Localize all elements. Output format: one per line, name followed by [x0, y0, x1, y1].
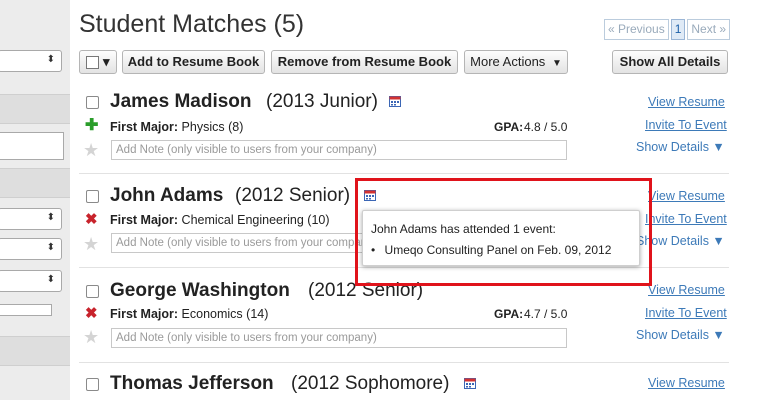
calendar-icon[interactable] [389, 95, 401, 107]
show-details-link[interactable]: Show Details ▼ [636, 328, 725, 342]
view-resume-link[interactable]: View Resume [648, 283, 725, 297]
view-resume-link[interactable]: View Resume [648, 189, 725, 203]
student-class-year: (2012 Senior) [235, 185, 351, 206]
left-sidebar: ⬍ ⬍ ⬍ ⬍ [0, 0, 70, 400]
note-input[interactable]: Add Note (only visible to users from you… [111, 328, 567, 348]
sidebar-text-input[interactable] [0, 132, 64, 160]
add-to-resume-book-button[interactable]: Add to Resume Book [122, 50, 265, 74]
view-resume-link[interactable]: View Resume [648, 95, 725, 109]
student-name[interactable]: James Madison [110, 91, 252, 113]
caret-down-icon: ▼ [551, 58, 562, 69]
first-major: First Major: Physics (8) [110, 120, 243, 134]
invite-to-event-link[interactable]: Invite To Event [645, 212, 727, 226]
student-checkbox[interactable] [86, 378, 99, 391]
sidebar-section-band [0, 168, 70, 198]
student-name[interactable]: Thomas Jefferson [110, 373, 274, 395]
pager-page-1[interactable]: 1 [670, 19, 686, 40]
major-value: Economics (14) [181, 307, 269, 321]
pager-previous[interactable]: « Previous [604, 19, 669, 40]
major-label: First Major: [110, 307, 179, 321]
x-icon[interactable]: ✖ [85, 306, 98, 322]
page-title: Student Matches (5) [79, 10, 305, 38]
note-input[interactable]: Add Note (only visible to users from you… [111, 140, 567, 160]
select-arrow-icon: ⬍ [46, 212, 55, 223]
show-details-link[interactable]: Show Details ▼ [636, 140, 725, 154]
student-checkbox[interactable] [86, 285, 99, 298]
first-major: First Major: Chemical Engineering (10) [110, 213, 330, 227]
major-label: First Major: [110, 120, 179, 134]
student-class-year: (2013 Junior) [266, 91, 378, 112]
student-name[interactable]: George Washington [110, 280, 290, 302]
student-checkbox[interactable] [86, 190, 99, 203]
view-resume-link[interactable]: View Resume [648, 376, 725, 390]
select-arrow-icon: ⬍ [46, 54, 55, 65]
gpa-label: GPA: [494, 307, 524, 321]
more-actions-label: More Actions [470, 54, 546, 69]
select-arrow-icon: ⬍ [46, 242, 55, 253]
pagination: « Previous 1 Next » [604, 19, 731, 40]
pager-next[interactable]: Next » [687, 19, 731, 40]
more-actions-dropdown[interactable]: More Actions ▼ [464, 50, 568, 74]
remove-from-resume-book-button[interactable]: Remove from Resume Book [271, 50, 458, 74]
select-all-checkbox[interactable] [86, 56, 100, 70]
major-label: First Major: [110, 213, 179, 227]
chevron-down-icon: ▾ [103, 54, 110, 69]
student-name[interactable]: John Adams [110, 185, 223, 207]
annotation-highlight-box [355, 178, 652, 286]
invite-to-event-link[interactable]: Invite To Event [645, 118, 727, 132]
star-icon[interactable]: ★ [83, 141, 99, 159]
calendar-icon[interactable] [464, 377, 476, 389]
plus-icon[interactable]: ✚ [85, 118, 98, 134]
student-checkbox[interactable] [86, 96, 99, 109]
gpa-value: 4.8 / 5.0 [524, 120, 568, 134]
select-all-dropdown[interactable]: ▾ [79, 50, 117, 74]
row-divider [79, 362, 729, 363]
star-icon[interactable]: ★ [83, 328, 99, 346]
sidebar-select-4[interactable]: ⬍ [0, 270, 62, 292]
sidebar-select-3[interactable]: ⬍ [0, 238, 62, 260]
show-all-details-button[interactable]: Show All Details [612, 50, 728, 74]
gpa-label: GPA: [494, 120, 524, 134]
student-class-year: (2012 Sophomore) [291, 373, 450, 394]
select-arrow-icon: ⬍ [46, 274, 55, 285]
major-value: Chemical Engineering (10) [181, 213, 330, 227]
x-icon[interactable]: ✖ [85, 212, 98, 228]
sidebar-select-2[interactable]: ⬍ [0, 208, 62, 230]
sidebar-section-band [0, 94, 70, 124]
first-major: First Major: Economics (14) [110, 307, 268, 321]
major-value: Physics (8) [181, 120, 244, 134]
invite-to-event-link[interactable]: Invite To Event [645, 306, 727, 320]
star-icon[interactable]: ★ [83, 235, 99, 253]
sidebar-section-band [0, 336, 70, 366]
sidebar-slider-input[interactable] [0, 304, 52, 316]
row-divider [79, 173, 729, 174]
gpa-value: 4.7 / 5.0 [524, 307, 568, 321]
sidebar-select-1[interactable]: ⬍ [0, 50, 62, 72]
